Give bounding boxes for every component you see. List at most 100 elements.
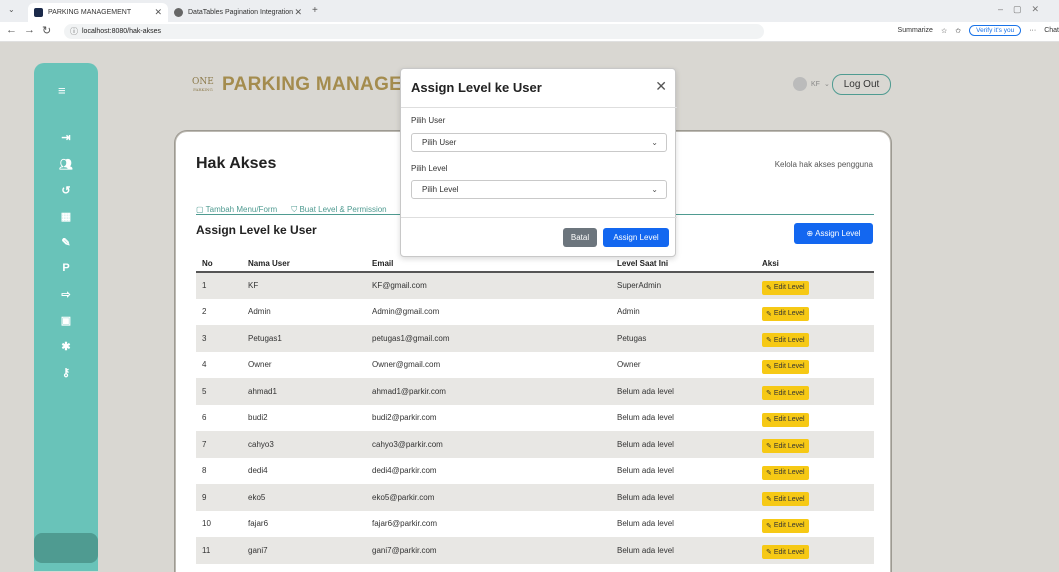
pencil-icon: ✎ bbox=[766, 549, 772, 557]
pencil-icon[interactable]: ✎ bbox=[34, 236, 98, 249]
back-icon[interactable]: ← bbox=[6, 24, 17, 36]
submit-assign-button[interactable]: Assign Level bbox=[603, 228, 669, 247]
header-name: Nama User bbox=[242, 255, 366, 273]
address-bar: ← → ↻ ⓘ localhost:8080/hak-akses Summari… bbox=[0, 22, 1059, 42]
cell-level: Belum ada level bbox=[611, 378, 756, 405]
cell-email: ahmad1@parkir.com bbox=[366, 378, 611, 405]
users-icon[interactable]: 👥︎ bbox=[34, 158, 98, 171]
forward-icon[interactable]: → bbox=[24, 24, 35, 36]
logout-button[interactable]: Log Out bbox=[832, 74, 891, 95]
level-label: Pilih Level bbox=[411, 164, 448, 173]
history-icon[interactable]: ↺ bbox=[34, 184, 98, 197]
cell-no: 10 bbox=[202, 519, 211, 529]
assign-level-button[interactable]: ⊕ Assign Level bbox=[794, 223, 873, 244]
tab-label: Tambah Menu/Form bbox=[205, 205, 278, 214]
user-level-table: No Nama User Email Level Saat Ini Aksi 1… bbox=[196, 255, 874, 564]
gear-icon[interactable]: ✱ bbox=[34, 340, 98, 353]
edit-level-button[interactable]: ✎ Edit Level bbox=[762, 280, 809, 295]
level-select[interactable]: Pilih Level ⌄ bbox=[411, 180, 667, 199]
star-icon[interactable]: ☆ bbox=[941, 27, 947, 35]
chat-button[interactable]: Chat bbox=[1044, 27, 1059, 34]
datatables-favicon-icon bbox=[174, 8, 183, 17]
cell-name: cahyo3 bbox=[242, 431, 366, 458]
cell-action: ✎ Edit Level bbox=[756, 511, 874, 538]
edit-level-button[interactable]: ✎ Edit Level bbox=[762, 306, 809, 321]
edit-level-label: Edit Level bbox=[773, 495, 805, 503]
more-icon[interactable]: ··· bbox=[1029, 27, 1036, 34]
parking-icon[interactable]: P bbox=[34, 262, 98, 274]
new-tab-icon[interactable]: + bbox=[312, 5, 318, 16]
edit-level-button[interactable]: ✎ Edit Level bbox=[762, 518, 809, 533]
edit-level-label: Edit Level bbox=[773, 469, 805, 477]
plus-circle-icon: ⊕ bbox=[806, 229, 814, 238]
cell-level: SuperAdmin bbox=[611, 272, 756, 299]
pencil-icon: ✎ bbox=[766, 310, 772, 318]
assign-level-modal: Assign Level ke User ✕ Pilih User Pilih … bbox=[400, 68, 677, 257]
cell-email: eko5@parkir.com bbox=[366, 484, 611, 511]
site-info-icon[interactable]: ⓘ bbox=[70, 24, 78, 39]
hamburger-menu-icon[interactable]: ≡ bbox=[58, 83, 66, 98]
pencil-icon: ✎ bbox=[766, 496, 772, 504]
report-icon[interactable]: ▣ bbox=[34, 314, 98, 327]
close-tab-icon[interactable]: ✕ bbox=[154, 7, 162, 18]
parking-favicon-icon bbox=[34, 8, 43, 17]
edit-level-button[interactable]: ✎ Edit Level bbox=[762, 359, 809, 374]
edit-level-button[interactable]: ✎ Edit Level bbox=[762, 465, 809, 480]
summarize-button[interactable]: Summarize bbox=[898, 27, 933, 34]
cell-email: Owner@gmail.com bbox=[372, 360, 441, 370]
form-icon: ▢ bbox=[196, 205, 206, 214]
verify-button[interactable]: Verify it's you bbox=[969, 25, 1022, 36]
cancel-button[interactable]: Batal bbox=[563, 228, 597, 247]
table-row: 7 cahyo3 cahyo3@parkir.com Belum ada level ✎… bbox=[196, 431, 874, 458]
edit-level-button[interactable]: ✎ Edit Level bbox=[762, 439, 809, 454]
edit-level-button[interactable]: ✎ Edit Level bbox=[762, 492, 809, 507]
cell-email: Admin@gmail.com bbox=[372, 307, 440, 317]
cell-no: 8 bbox=[202, 466, 207, 476]
cell-action: ✎ Edit Level bbox=[756, 405, 874, 432]
favorites-icon[interactable]: ✩ bbox=[955, 27, 961, 35]
cell-level: Belum ada level bbox=[611, 484, 756, 511]
header-email: Email bbox=[366, 255, 611, 273]
cell-email: cahyo3@parkir.com bbox=[366, 431, 611, 458]
tab-list-icon[interactable]: ⌄ bbox=[8, 5, 15, 14]
browser-tab-parking[interactable]: PARKING MANAGEMENT ✕ bbox=[28, 3, 168, 22]
cell-level: Belum ada level bbox=[611, 537, 756, 564]
close-tab-icon[interactable]: ✕ bbox=[294, 7, 302, 18]
table-row: 5 ahmad1 ahmad1@parkir.com Belum ada level ✎… bbox=[196, 378, 874, 405]
edit-level-button[interactable]: ✎ Edit Level bbox=[762, 545, 809, 560]
logout-arrow-icon[interactable]: ⇨ bbox=[34, 288, 98, 301]
edit-level-label: Edit Level bbox=[773, 442, 805, 450]
avatar bbox=[793, 77, 807, 91]
browser-tab-bar: PARKING MANAGEMENT ✕ DataTables Paginati… bbox=[0, 0, 1059, 22]
cell-name: gani7 bbox=[242, 537, 366, 564]
pencil-icon: ✎ bbox=[766, 522, 772, 530]
cell-email: KF@gmail.com bbox=[366, 272, 611, 299]
cell-email: petugas1@gmail.com bbox=[366, 325, 611, 352]
key-icon[interactable]: ⚷ bbox=[34, 366, 98, 379]
login-icon[interactable]: ⇥ bbox=[34, 131, 98, 144]
edit-level-label: Edit Level bbox=[773, 548, 805, 556]
sidebar: ≡ ⇥ 👥︎ ↺ ▦ ✎ P ⇨ ▣ ✱ ⚷ bbox=[34, 63, 98, 571]
cell-email: dedi4@parkir.com bbox=[372, 466, 437, 476]
browser-tab-datatables[interactable]: DataTables Pagination Integration ✕ bbox=[168, 3, 308, 22]
cell-name: eko5 bbox=[242, 484, 366, 511]
window-controls-icon[interactable]: –▢✕ bbox=[998, 4, 1049, 15]
close-icon[interactable]: ✕ bbox=[655, 78, 667, 95]
edit-level-label: Edit Level bbox=[773, 363, 805, 371]
edit-level-button[interactable]: ✎ Edit Level bbox=[762, 386, 809, 401]
pencil-icon: ✎ bbox=[766, 443, 772, 451]
user-select[interactable]: Pilih User ⌄ bbox=[411, 133, 667, 152]
user-menu[interactable]: KF ⌄ bbox=[793, 77, 830, 91]
cell-no: 2 bbox=[202, 307, 207, 317]
edit-level-button[interactable]: ✎ Edit Level bbox=[762, 333, 809, 348]
cell-no: 1 bbox=[196, 272, 242, 299]
tab-label: Buat Level & Permission bbox=[299, 205, 387, 214]
table-row: 9 eko5 eko5@parkir.com Belum ada level ✎ Edit… bbox=[196, 484, 874, 511]
table-row: 3 Petugas1 petugas1@gmail.com Petugas ✎ Edit … bbox=[196, 325, 874, 352]
reload-icon[interactable]: ↻ bbox=[42, 24, 51, 37]
url-field[interactable]: ⓘ localhost:8080/hak-akses bbox=[64, 24, 764, 39]
table-icon[interactable]: ▦ bbox=[34, 210, 98, 223]
cell-no: 6 bbox=[202, 413, 207, 423]
edit-level-button[interactable]: ✎ Edit Level bbox=[762, 412, 809, 427]
page-title: Hak Akses bbox=[196, 155, 277, 172]
